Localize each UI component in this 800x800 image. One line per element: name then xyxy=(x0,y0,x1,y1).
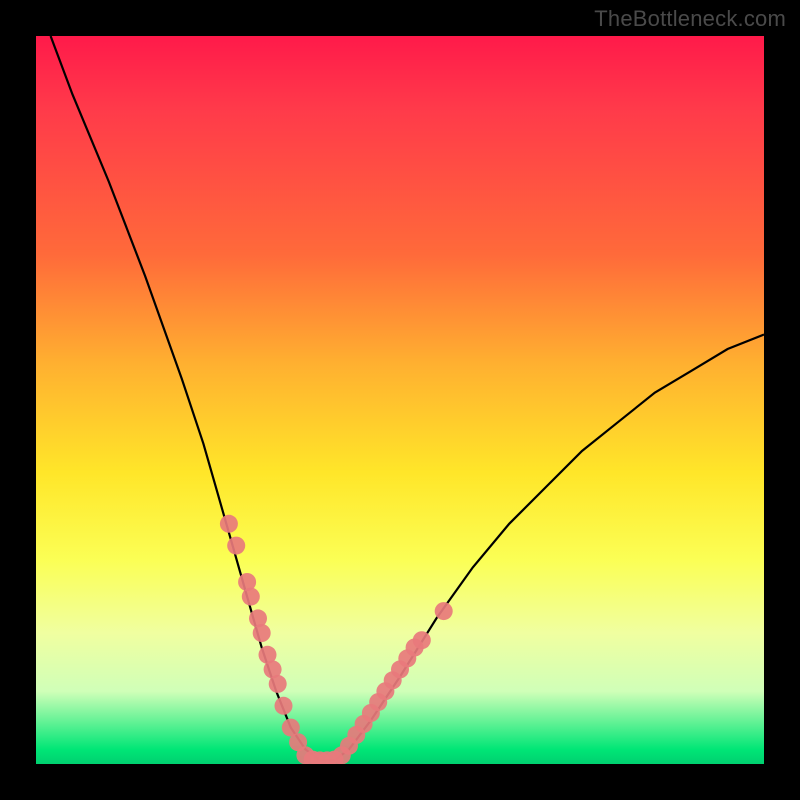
data-marker xyxy=(249,609,267,627)
data-marker xyxy=(347,726,365,744)
data-marker xyxy=(384,671,402,689)
data-marker xyxy=(275,697,293,715)
data-marker xyxy=(220,515,238,533)
data-marker xyxy=(326,751,344,764)
data-marker xyxy=(311,751,329,764)
data-marker xyxy=(413,631,431,649)
data-marker xyxy=(340,737,358,755)
data-marker xyxy=(282,719,300,737)
plot-area xyxy=(36,36,764,764)
data-marker xyxy=(264,660,282,678)
data-marker xyxy=(253,624,271,642)
data-marker xyxy=(391,660,409,678)
data-marker xyxy=(289,733,307,751)
data-marker xyxy=(227,537,245,555)
curve-line xyxy=(51,36,764,760)
data-marker xyxy=(355,715,373,733)
watermark-text: TheBottleneck.com xyxy=(594,6,786,32)
data-marker xyxy=(304,751,322,764)
data-marker xyxy=(398,649,416,667)
data-marker xyxy=(369,693,387,711)
data-marker xyxy=(435,602,453,620)
data-marker xyxy=(333,746,351,764)
data-marker xyxy=(362,704,380,722)
data-marker xyxy=(296,746,314,764)
data-marker xyxy=(259,646,277,664)
data-marker xyxy=(238,573,256,591)
chart-frame: TheBottleneck.com xyxy=(0,0,800,800)
data-marker xyxy=(376,682,394,700)
data-marker xyxy=(406,639,424,657)
data-marker xyxy=(318,751,336,764)
data-marker xyxy=(269,675,287,693)
chart-svg xyxy=(36,36,764,764)
data-marker xyxy=(242,588,260,606)
data-markers xyxy=(220,515,453,764)
